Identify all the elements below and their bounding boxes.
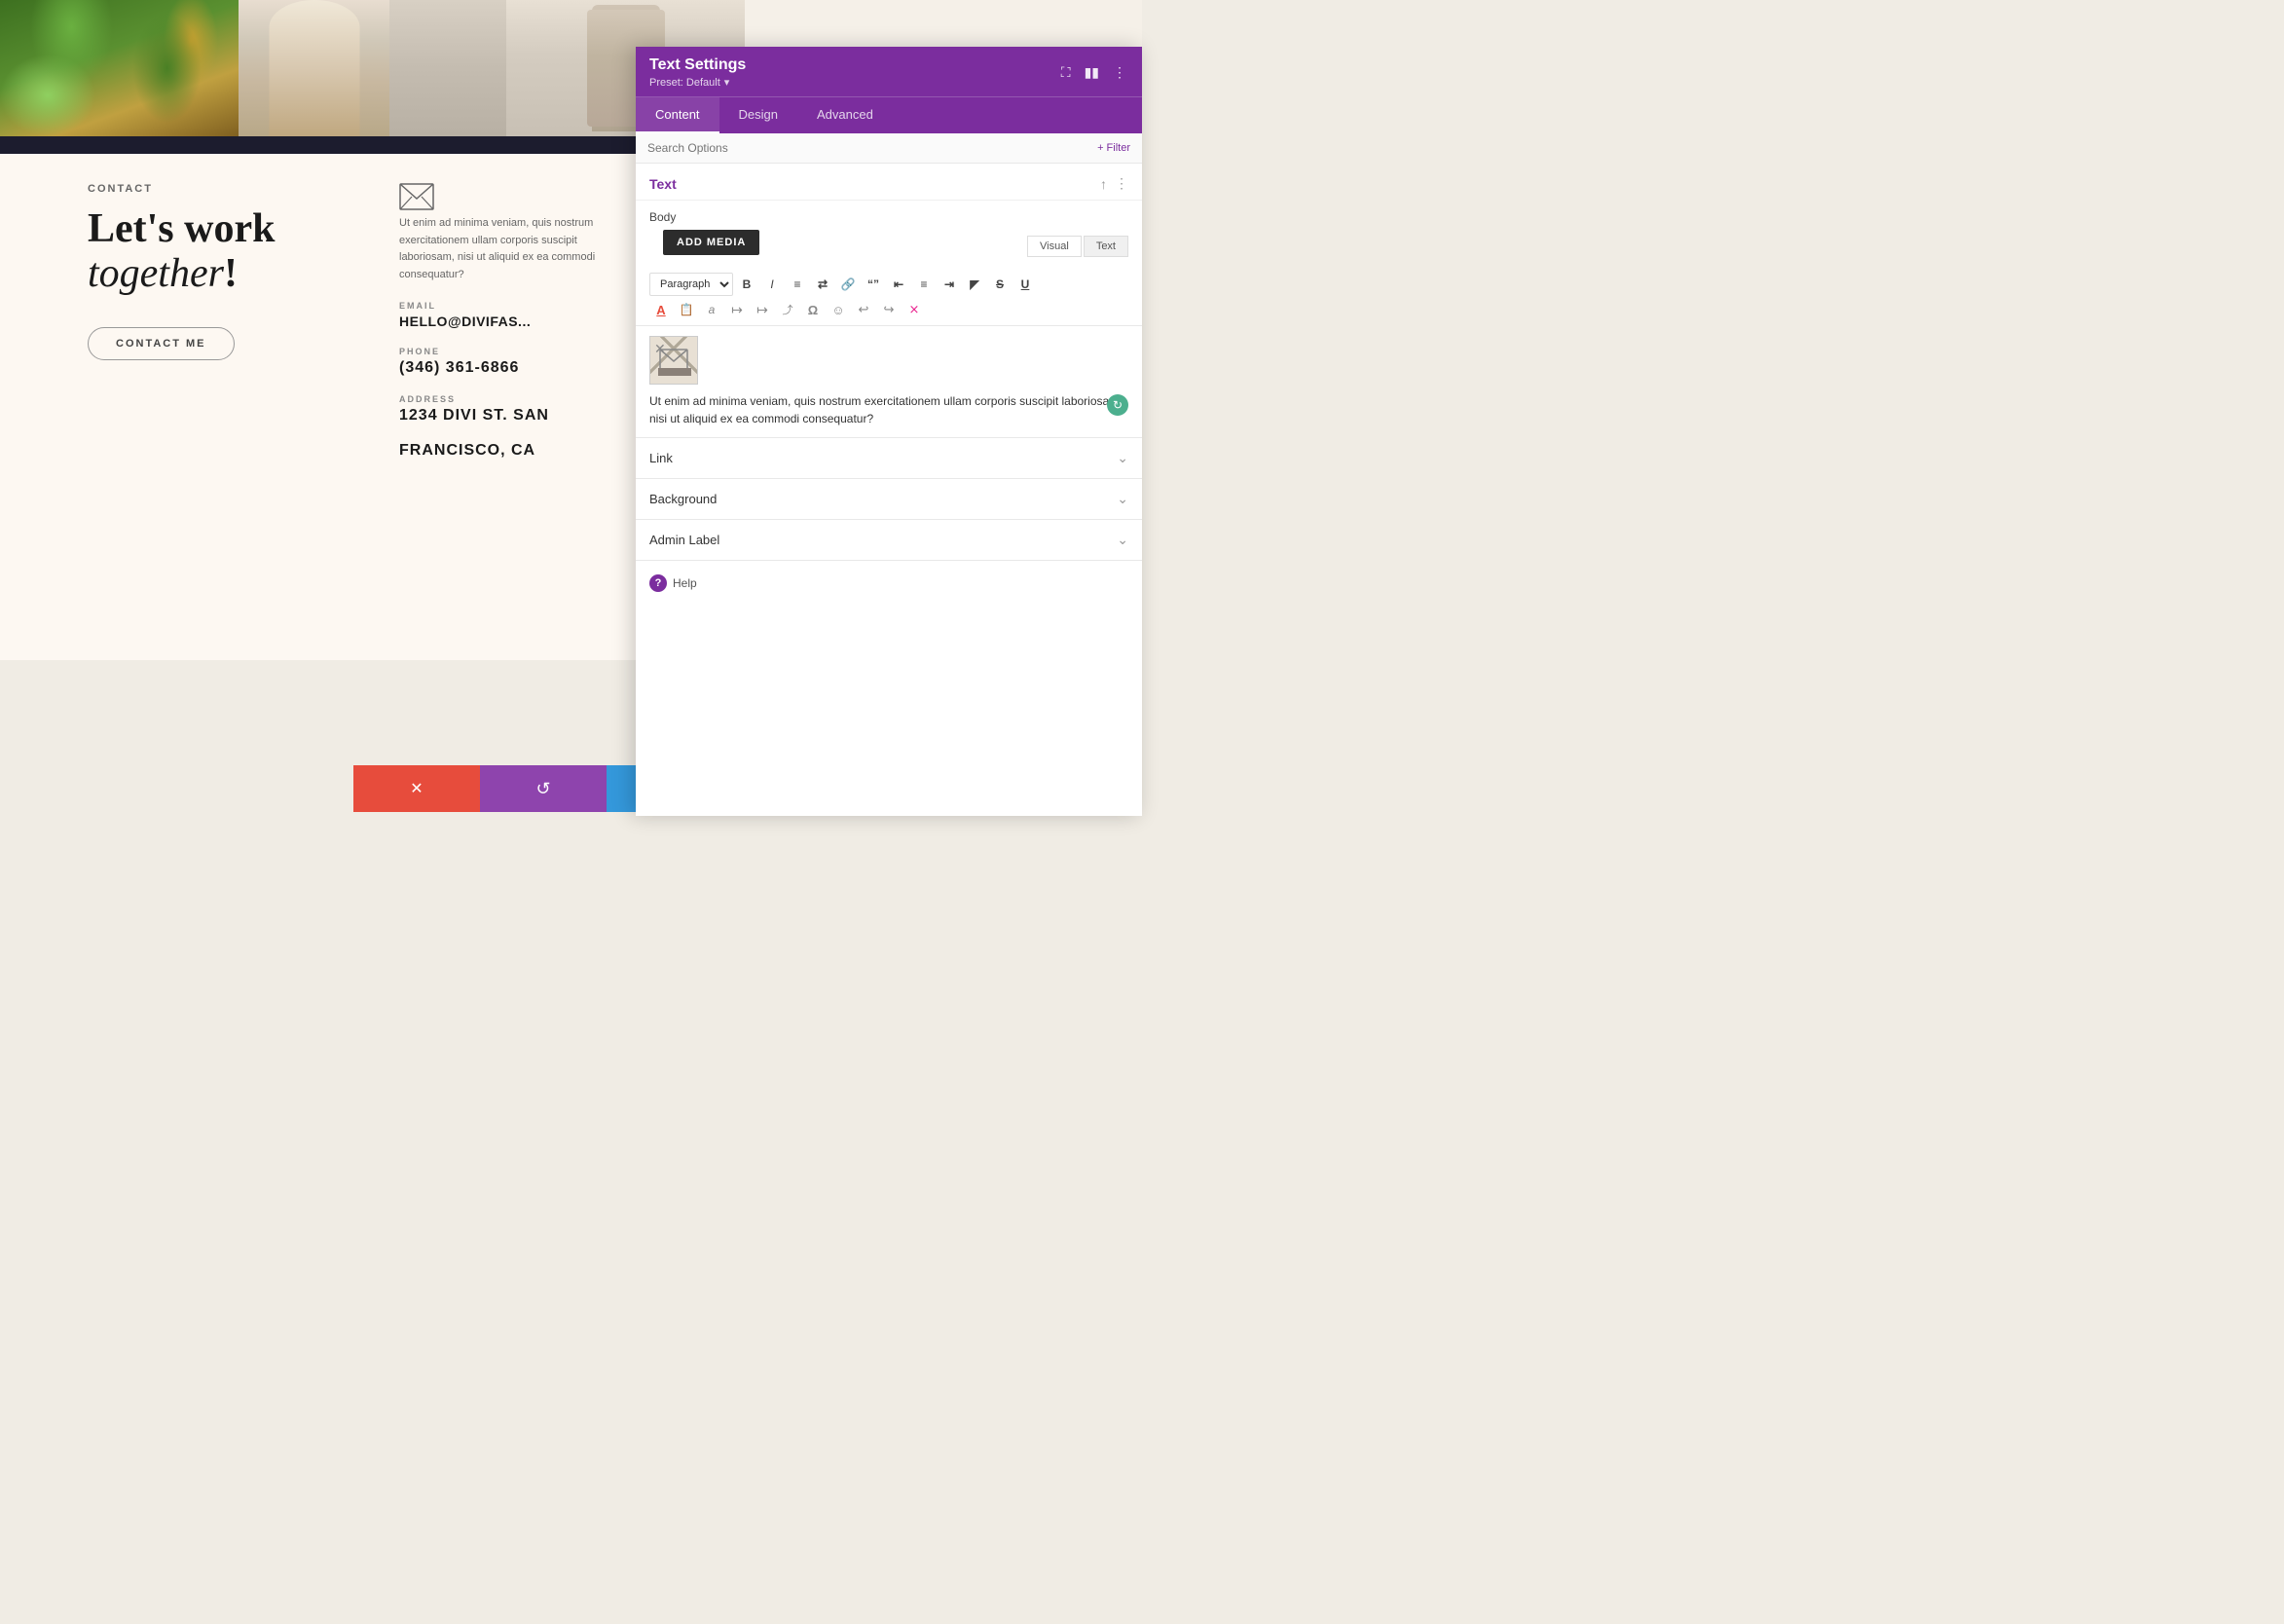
contact-body-text: Ut enim ad minima veniam, quis nostrum e… [399, 215, 633, 283]
contact-heading-punctuation: ! [224, 251, 238, 296]
paste-button[interactable]: 📋 [675, 298, 698, 321]
fullscreen-icon[interactable]: ⛶ [1059, 62, 1073, 83]
strikethrough-button[interactable]: S [988, 273, 1012, 296]
gallery-item-leaf [0, 0, 239, 136]
align-right-button[interactable]: ⇥ [938, 273, 961, 296]
text-view-button[interactable]: Text [1084, 236, 1128, 257]
redo-toolbar-button[interactable]: ↪ [877, 298, 901, 321]
contact-heading-line1: Let's work [88, 206, 276, 251]
admin-label-section[interactable]: Admin Label ⌄ [636, 519, 1142, 560]
cancel-icon: ✕ [410, 779, 423, 798]
underline-button[interactable]: U [1013, 273, 1037, 296]
add-media-button[interactable]: ADD MEDIA [663, 230, 759, 255]
unordered-list-button[interactable]: ≡ [786, 273, 809, 296]
special-link-button[interactable]: ⨯ [903, 298, 926, 321]
link-section[interactable]: Link ⌄ [636, 437, 1142, 478]
admin-label-chevron-icon: ⌄ [1117, 532, 1128, 548]
help-section: ? Help [636, 560, 1142, 606]
tab-content[interactable]: Content [636, 97, 719, 133]
visual-view-button[interactable]: Visual [1027, 236, 1082, 257]
panel-title-area: Text Settings Preset: Default ▾ [649, 56, 746, 89]
paragraph-select[interactable]: Paragraph Heading 1 Heading 2 [649, 273, 733, 296]
search-bar: + Filter [636, 133, 1142, 164]
toolbar-row-2: A 📋 a ↦ ↦ ⤴ Ω ☺ ↩ ↪ ⨯ [649, 298, 1128, 321]
undo-button[interactable]: ↩ [852, 298, 875, 321]
contact-me-button[interactable]: CONTACT ME [88, 327, 235, 360]
reset-icon: ↺ [535, 779, 550, 799]
outdent-button[interactable]: ↦ [725, 298, 749, 321]
align-left-button[interactable]: ⇤ [887, 273, 910, 296]
section-header-icons: ↑ ⋮ [1100, 175, 1128, 192]
contact-label: CONTACT [88, 183, 360, 195]
help-icon: ? [649, 574, 667, 592]
background-chevron-icon: ⌄ [1117, 491, 1128, 507]
section-more-icon[interactable]: ⋮ [1115, 175, 1128, 192]
editor-refresh-icon[interactable]: ↻ [1107, 394, 1128, 416]
background-section-title: Background [649, 492, 717, 506]
special-chars-button[interactable]: Ω [801, 298, 825, 321]
bold-button[interactable]: B [735, 273, 758, 296]
gallery-item-building [239, 0, 389, 136]
toolbar-row-1: Paragraph Heading 1 Heading 2 B I ≡ ⇄ 🔗 … [649, 273, 1128, 296]
fullscreen-editor-button[interactable]: ⤴ [776, 298, 799, 321]
contact-heading: Let's work together! [88, 206, 360, 296]
italic-alt-button[interactable]: a [700, 298, 723, 321]
table-button[interactable]: ◤ [963, 273, 986, 296]
settings-panel: Text Settings Preset: Default ▾ ⛶ ▮▮ ⋮ C… [636, 47, 1142, 816]
link-section-title: Link [649, 451, 673, 465]
contact-left-column: CONTACT Let's work together! CONTACT ME [88, 183, 360, 631]
editor-toolbar: Paragraph Heading 1 Heading 2 B I ≡ ⇄ 🔗 … [636, 269, 1142, 326]
help-text[interactable]: Help [673, 576, 697, 590]
editor-image-placeholder: ✕ [649, 336, 698, 385]
panel-preset-label: Preset: Default [649, 77, 720, 89]
gallery-item-fashion [389, 0, 506, 136]
reset-button[interactable]: ↺ [480, 765, 607, 812]
contact-heading-line2: together [88, 251, 224, 296]
preset-arrow-icon: ▾ [724, 76, 730, 89]
panel-header-icons: ⛶ ▮▮ ⋮ [1059, 62, 1128, 83]
background-section[interactable]: Background ⌄ [636, 478, 1142, 519]
link-chevron-icon: ⌄ [1117, 450, 1128, 466]
panel-title: Text Settings [649, 56, 746, 74]
text-section-title: Text [649, 176, 677, 192]
body-label: Body [636, 201, 1142, 230]
blockquote-button[interactable]: “” [862, 273, 885, 296]
italic-button[interactable]: I [760, 273, 784, 296]
tab-design[interactable]: Design [719, 97, 797, 133]
admin-label-section-title: Admin Label [649, 533, 719, 547]
columns-icon[interactable]: ▮▮ [1083, 62, 1101, 83]
add-media-row: ADD MEDIA Visual Text [636, 230, 1142, 269]
editor-text-content[interactable]: Ut enim ad minima veniam, quis nostrum e… [649, 392, 1128, 427]
search-input[interactable] [647, 141, 1097, 155]
panel-body: Text ↑ ⋮ Body ADD MEDIA Visual Text Para… [636, 164, 1142, 816]
more-options-icon[interactable]: ⋮ [1111, 62, 1128, 83]
collapse-icon[interactable]: ↑ [1100, 176, 1107, 192]
text-color-button[interactable]: A [649, 298, 673, 321]
filter-button[interactable]: + Filter [1097, 142, 1130, 154]
panel-header: Text Settings Preset: Default ▾ ⛶ ▮▮ ⋮ [636, 47, 1142, 96]
ordered-list-button[interactable]: ⇄ [811, 273, 834, 296]
text-section-header: Text ↑ ⋮ [636, 164, 1142, 201]
align-center-button[interactable]: ≡ [912, 273, 936, 296]
tab-advanced[interactable]: Advanced [797, 97, 893, 133]
panel-tabs: Content Design Advanced [636, 96, 1142, 133]
panel-preset[interactable]: Preset: Default ▾ [649, 76, 746, 89]
link-button[interactable]: 🔗 [836, 273, 860, 296]
editor-area[interactable]: ✕ Ut enim ad minima veniam, quis nostrum… [636, 326, 1142, 437]
view-toggle: Visual Text [1027, 236, 1128, 257]
indent-button[interactable]: ↦ [751, 298, 774, 321]
cancel-button[interactable]: ✕ [353, 765, 480, 812]
emoji-button[interactable]: ☺ [827, 298, 850, 321]
